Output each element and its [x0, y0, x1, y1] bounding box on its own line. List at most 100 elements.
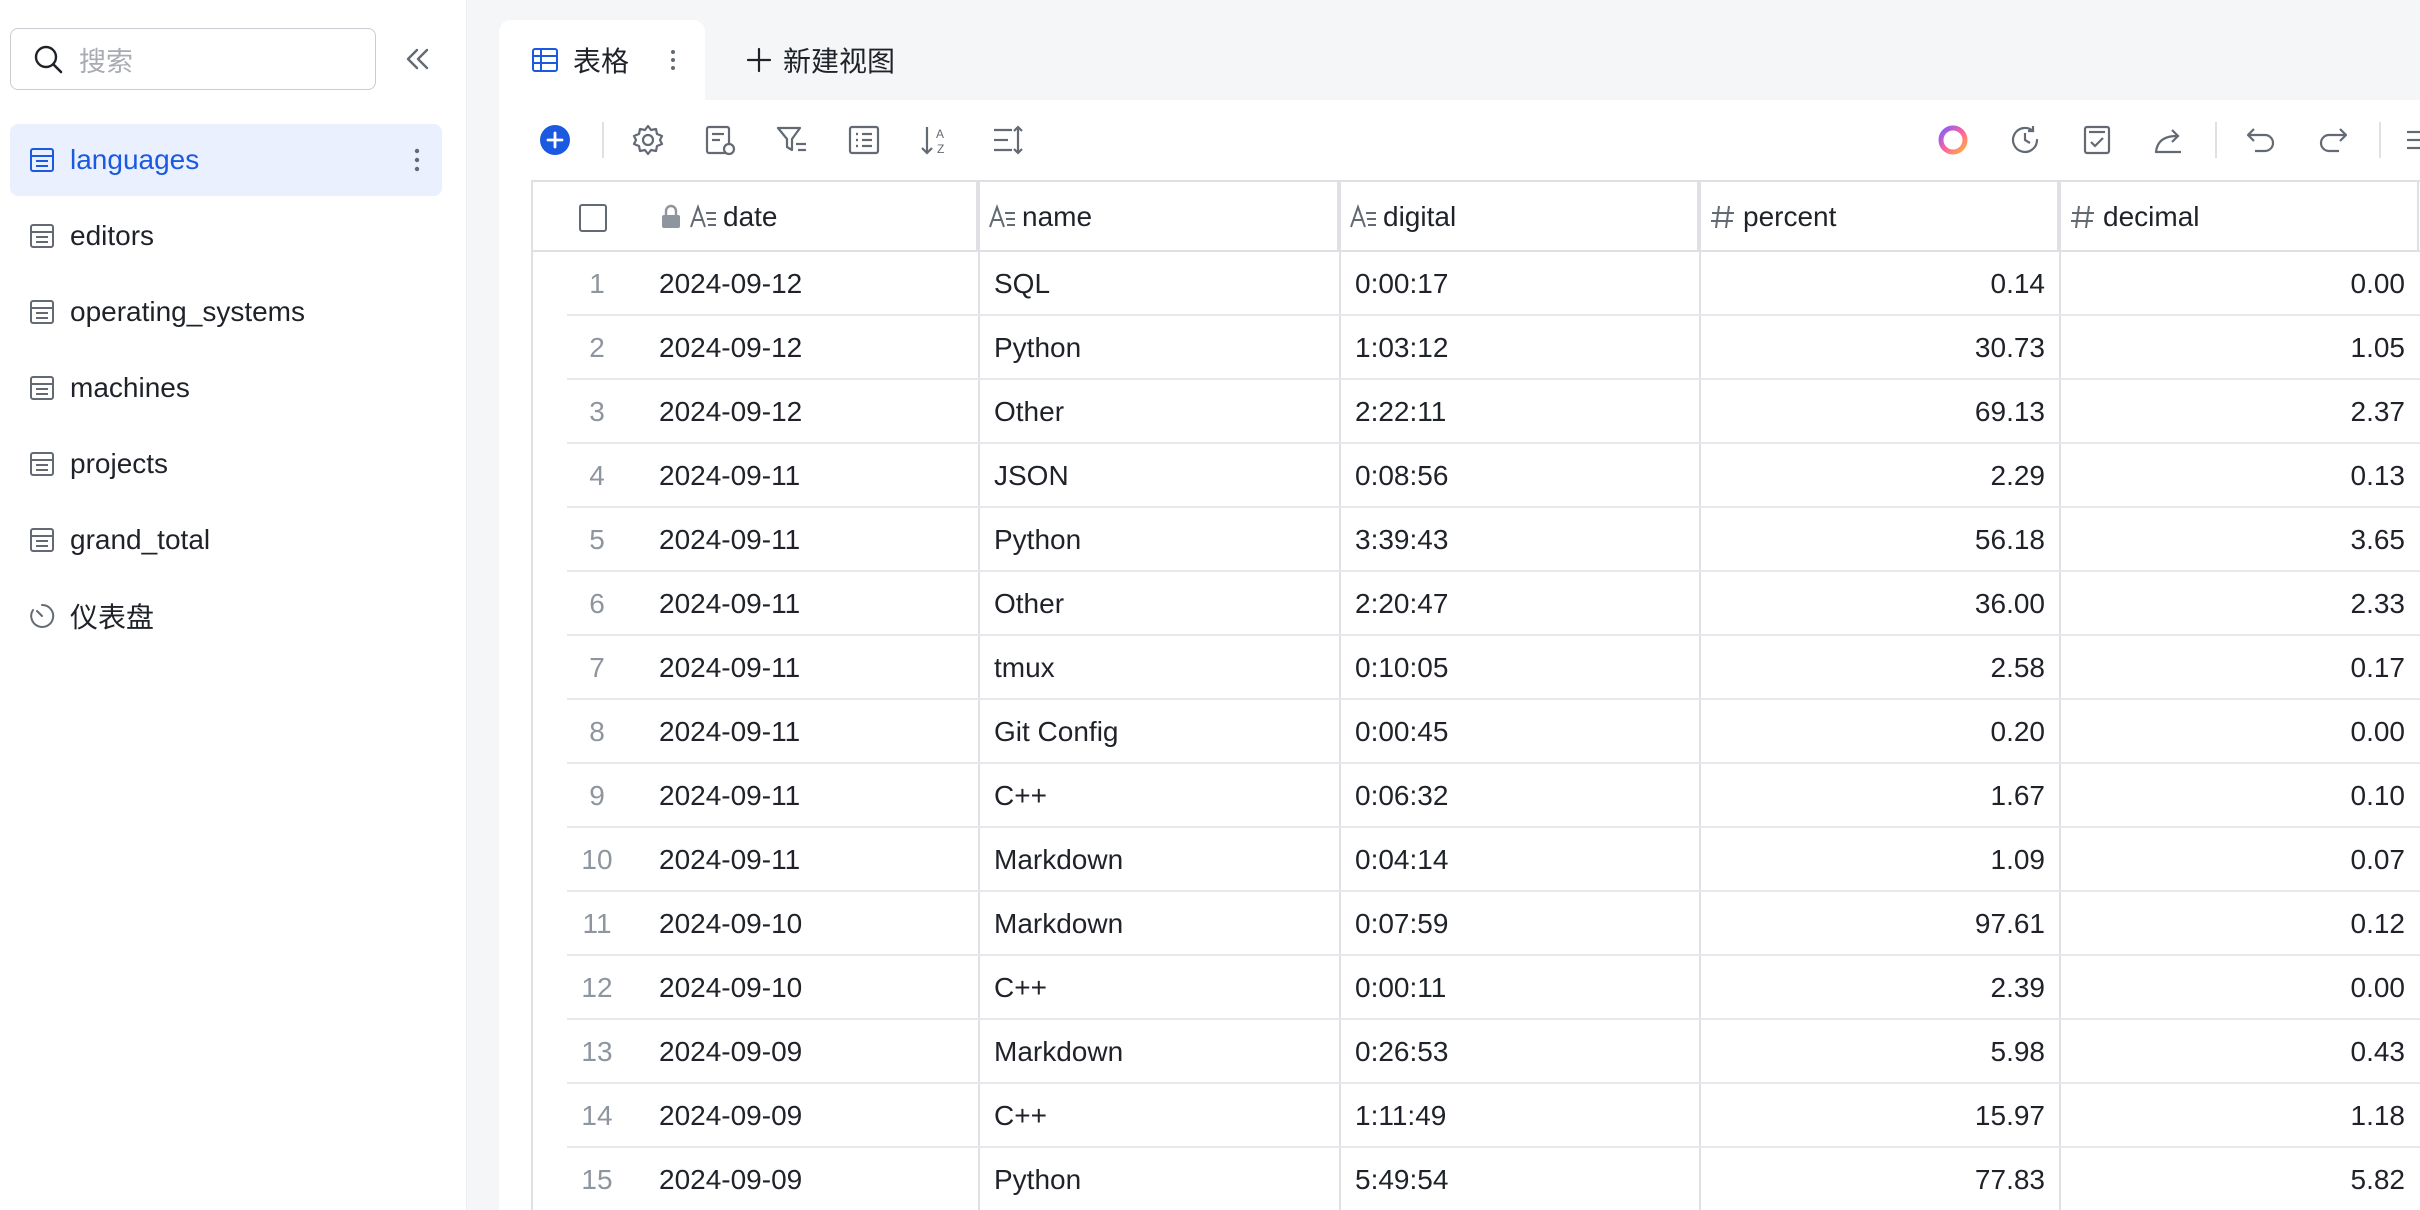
cell-date[interactable]: 2024-09-11: [659, 828, 800, 892]
cell-name[interactable]: SQL: [994, 252, 1050, 316]
cell-date[interactable]: 2024-09-10: [659, 892, 802, 956]
cell-decimal[interactable]: 2.33: [2059, 572, 2406, 636]
sidebar-item-dashboard[interactable]: 仪表盘: [10, 580, 442, 652]
sidebar-item-machines[interactable]: machines: [10, 352, 442, 424]
cell-name[interactable]: Other: [994, 572, 1064, 636]
cell-decimal[interactable]: 0.00: [2059, 252, 2406, 316]
cell-name[interactable]: C++: [994, 956, 1047, 1020]
select-all-checkbox[interactable]: [579, 204, 607, 232]
form-check-icon[interactable]: [2079, 122, 2115, 158]
cell-digital[interactable]: 0:08:56: [1355, 444, 1448, 508]
more-options-icon[interactable]: [2405, 122, 2420, 158]
undo-icon[interactable]: [2243, 122, 2279, 158]
filter-icon[interactable]: [774, 122, 810, 158]
sort-icon[interactable]: A Z: [918, 122, 954, 158]
cell-date[interactable]: 2024-09-11: [659, 508, 800, 572]
add-record-icon[interactable]: [537, 122, 573, 158]
cell-digital[interactable]: 1:11:49: [1355, 1084, 1446, 1148]
cell-name[interactable]: C++: [994, 764, 1047, 828]
settings-icon[interactable]: [630, 122, 666, 158]
cell-percent[interactable]: 2.58: [1699, 636, 2046, 700]
sidebar-item-editors[interactable]: editors: [10, 200, 442, 272]
cell-decimal[interactable]: 0.10: [2059, 764, 2406, 828]
ai-assistant-icon[interactable]: [1935, 122, 1971, 158]
cell-date[interactable]: 2024-09-09: [659, 1020, 802, 1084]
share-icon[interactable]: [2151, 122, 2187, 158]
redo-icon[interactable]: [2315, 122, 2351, 158]
cell-name[interactable]: Python: [994, 316, 1081, 380]
cell-digital[interactable]: 1:03:12: [1355, 316, 1448, 380]
cell-digital[interactable]: 2:20:47: [1355, 572, 1448, 636]
cell-decimal[interactable]: 0.17: [2059, 636, 2406, 700]
cell-decimal[interactable]: 1.05: [2059, 316, 2406, 380]
cell-percent[interactable]: 77.83: [1699, 1148, 2045, 1210]
column-header-decimal[interactable]: decimal: [2059, 182, 2419, 252]
column-header-date[interactable]: date: [533, 182, 978, 252]
cell-name[interactable]: Other: [994, 380, 1064, 444]
column-header-name[interactable]: name: [978, 182, 1339, 252]
cell-decimal[interactable]: 0.00: [2059, 956, 2406, 1020]
cell-percent[interactable]: 30.73: [1699, 316, 2045, 380]
cell-percent[interactable]: 0.14: [1699, 252, 2046, 316]
more-options-icon[interactable]: [412, 146, 422, 174]
table-row[interactable]: 14 2024-09-09 C++ 1:11:49 15.97 1.18: [533, 1084, 2420, 1148]
table-row[interactable]: 15 2024-09-09 Python 5:49:54 77.83 5.82: [533, 1148, 2420, 1210]
row-height-icon[interactable]: [990, 122, 1026, 158]
cell-date[interactable]: 2024-09-11: [659, 636, 800, 700]
table-row[interactable]: 7 2024-09-11 tmux 0:10:05 2.58 0.17: [533, 636, 2420, 700]
cell-date[interactable]: 2024-09-11: [659, 700, 800, 764]
cell-decimal[interactable]: 3.65: [2059, 508, 2406, 572]
table-row[interactable]: 13 2024-09-09 Markdown 0:26:53 5.98 0.43: [533, 1020, 2420, 1084]
cell-percent[interactable]: 56.18: [1699, 508, 2045, 572]
table-row[interactable]: 2 2024-09-12 Python 1:03:12 30.73 1.05: [533, 316, 2420, 380]
cell-name[interactable]: tmux: [994, 636, 1055, 700]
table-row[interactable]: 10 2024-09-11 Markdown 0:04:14 1.09 0.07: [533, 828, 2420, 892]
cell-date[interactable]: 2024-09-12: [659, 316, 802, 380]
sidebar-item-projects[interactable]: projects: [10, 428, 442, 500]
cell-name[interactable]: Markdown: [994, 828, 1123, 892]
cell-percent[interactable]: 2.39: [1699, 956, 2046, 1020]
more-options-icon[interactable]: [669, 48, 677, 72]
cell-name[interactable]: Git Config: [994, 700, 1119, 764]
table-row[interactable]: 4 2024-09-11 JSON 0:08:56 2.29 0.13: [533, 444, 2420, 508]
new-view-button[interactable]: 新建视图: [745, 40, 895, 80]
cell-decimal[interactable]: 0.00: [2059, 700, 2406, 764]
cell-percent[interactable]: 15.97: [1699, 1084, 2045, 1148]
table-row[interactable]: 3 2024-09-12 Other 2:22:11 69.13 2.37: [533, 380, 2420, 444]
cell-percent[interactable]: 1.67: [1699, 764, 2046, 828]
cell-date[interactable]: 2024-09-09: [659, 1084, 802, 1148]
cell-decimal[interactable]: 0.07: [2059, 828, 2406, 892]
cell-digital[interactable]: 0:26:53: [1355, 1020, 1448, 1084]
tab-table-view[interactable]: 表格: [499, 20, 705, 100]
cell-percent[interactable]: 1.09: [1699, 828, 2046, 892]
table-row[interactable]: 1 2024-09-12 SQL 0:00:17 0.14 0.00: [533, 252, 2420, 316]
cell-name[interactable]: JSON: [994, 444, 1069, 508]
cell-name[interactable]: Markdown: [994, 1020, 1123, 1084]
cell-date[interactable]: 2024-09-11: [659, 444, 800, 508]
sidebar-item-languages[interactable]: languages: [10, 124, 442, 196]
cell-digital[interactable]: 0:04:14: [1355, 828, 1448, 892]
cell-date[interactable]: 2024-09-12: [659, 252, 802, 316]
sidebar-item-operating-systems[interactable]: operating_systems: [10, 276, 442, 348]
cell-name[interactable]: Python: [994, 508, 1081, 572]
table-row[interactable]: 5 2024-09-11 Python 3:39:43 56.18 3.65: [533, 508, 2420, 572]
cell-date[interactable]: 2024-09-09: [659, 1148, 802, 1210]
cell-decimal[interactable]: 0.12: [2059, 892, 2406, 956]
cell-percent[interactable]: 69.13: [1699, 380, 2045, 444]
cell-date[interactable]: 2024-09-11: [659, 764, 800, 828]
search-input[interactable]: 搜索: [10, 28, 376, 90]
cell-digital[interactable]: 2:22:11: [1355, 380, 1446, 444]
cell-name[interactable]: Markdown: [994, 892, 1123, 956]
cell-decimal[interactable]: 2.37: [2059, 380, 2406, 444]
cell-decimal[interactable]: 5.82: [2059, 1148, 2406, 1210]
sidebar-item-grand-total[interactable]: grand_total: [10, 504, 442, 576]
cell-percent[interactable]: 97.61: [1699, 892, 2045, 956]
cell-decimal[interactable]: 0.13: [2059, 444, 2406, 508]
cell-percent[interactable]: 0.20: [1699, 700, 2046, 764]
column-header-percent[interactable]: percent: [1699, 182, 2059, 252]
cell-percent[interactable]: 36.00: [1699, 572, 2045, 636]
table-row[interactable]: 6 2024-09-11 Other 2:20:47 36.00 2.33: [533, 572, 2420, 636]
cell-name[interactable]: C++: [994, 1084, 1047, 1148]
cell-decimal[interactable]: 0.43: [2059, 1020, 2406, 1084]
table-row[interactable]: 9 2024-09-11 C++ 0:06:32 1.67 0.10: [533, 764, 2420, 828]
